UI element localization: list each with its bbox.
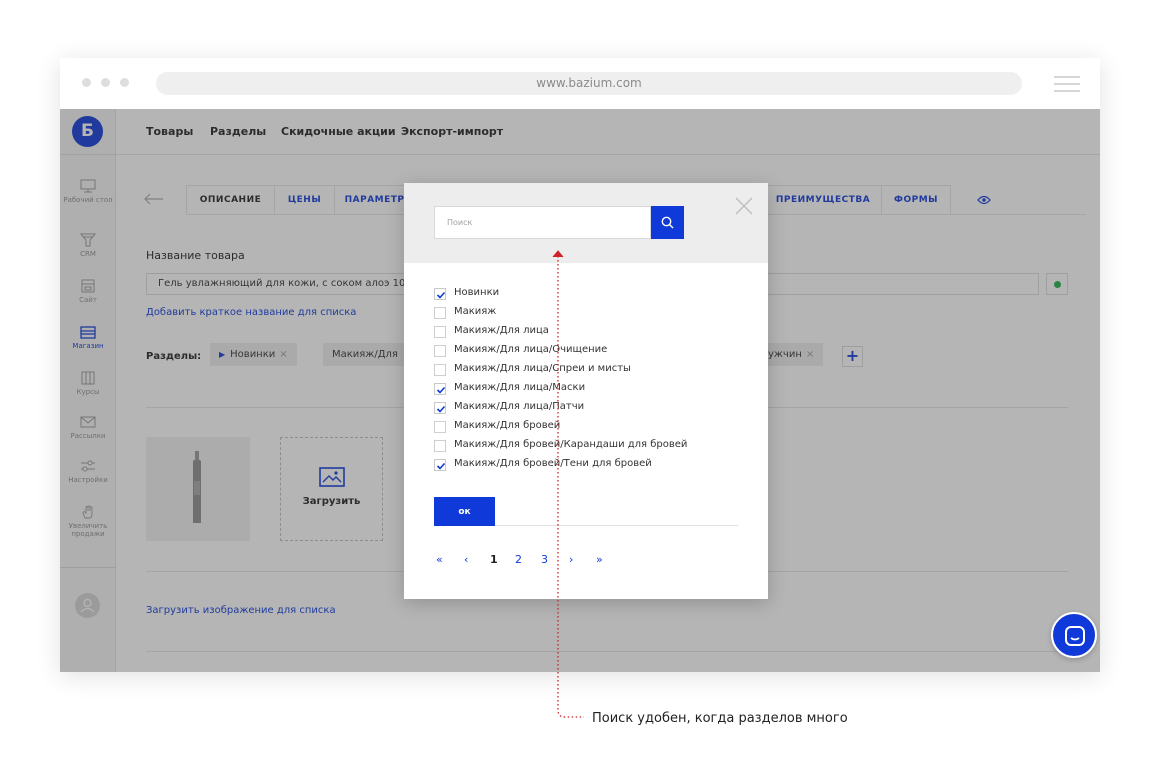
annotation-line	[552, 250, 584, 718]
stage: www.bazium.com Б Рабочий стол CRM Сайт М…	[0, 0, 1160, 768]
annotation-text: Поиск удобен, когда разделов много	[592, 711, 848, 726]
